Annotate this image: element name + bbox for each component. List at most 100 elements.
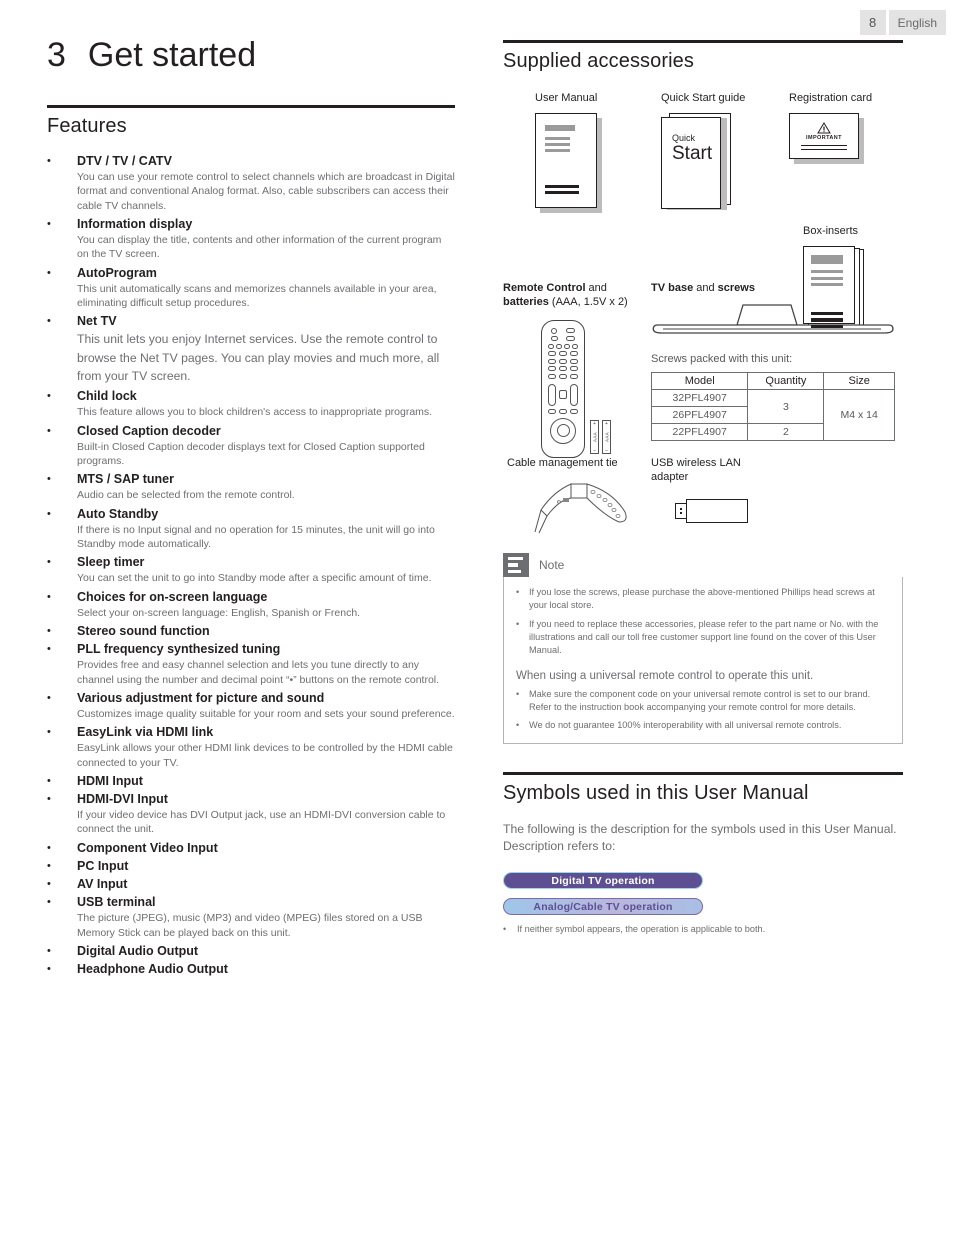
cell-quantity: 2 (747, 423, 825, 442)
symbols-section-title: Symbols used in this User Manual (503, 781, 809, 804)
feature-description: You can use your remote control to selec… (77, 171, 455, 212)
feature-description: Select your on-screen language: English,… (77, 606, 361, 619)
bullet-icon: • (516, 688, 520, 699)
accessory-quick-start-guide: Quick Start guide Quick Start (661, 91, 746, 211)
note-text: If you lose the screws, please purchase … (529, 587, 875, 611)
user-manual-booklet-icon (535, 113, 597, 209)
note-text: We do not guarantee 100% interoperabilit… (529, 720, 842, 731)
column-header-model: Model (650, 372, 749, 391)
feature-title: AutoProgram (77, 265, 157, 280)
feature-item: • USB terminal The picture (JPEG), music… (47, 893, 455, 940)
feature-title: DTV / TV / CATV (77, 154, 172, 168)
feature-title: AV Input (77, 876, 128, 891)
feature-description: You can display the title, contents and … (77, 234, 442, 261)
warning-triangle-icon (817, 122, 831, 134)
box-inserts-icon (803, 246, 855, 329)
chapter-title: Get started (87, 36, 257, 74)
quick-start-label: Quick Start guide (661, 92, 746, 104)
tv-base-icon (652, 304, 894, 334)
note-text: Make sure the component code on your uni… (529, 688, 871, 713)
feature-description: This feature allows you to block childre… (77, 406, 433, 419)
registration-card-label: Registration card (789, 92, 873, 104)
feature-item: • Component Video Input (47, 839, 455, 857)
bullet-icon: • (47, 944, 51, 957)
bullet-icon: • (47, 390, 51, 403)
features-section-title: Features (47, 115, 127, 137)
symbols-footnote: • If neither symbol appears, the operati… (503, 924, 903, 934)
feature-description: If your video device has DVI Output jack… (77, 809, 446, 836)
tv-base-label-bold: TV base (651, 282, 694, 294)
bullet-icon: • (47, 625, 51, 638)
feature-title: Closed Caption decoder (77, 423, 221, 438)
badge-analog-cable-tv-operation: Analog/Cable TV operation (503, 898, 703, 916)
note-header: Note (503, 553, 903, 577)
note-icon (503, 553, 529, 577)
bullet-icon: • (47, 266, 51, 279)
box-inserts-label: Box-inserts (803, 225, 859, 237)
bullet-icon: • (47, 877, 51, 890)
battery-plus: + (593, 420, 596, 427)
usb-adapter-icon (675, 498, 748, 523)
left-column: 3 Get started Features • DTV / TV / CATV… (47, 36, 455, 978)
feature-item: • AV Input (47, 875, 455, 893)
feature-item: • PLL frequency synthesized tuning Provi… (47, 640, 455, 687)
bullet-icon: • (516, 587, 520, 597)
feature-description: This unit automatically scans and memori… (77, 282, 437, 309)
feature-title: Sleep timer (77, 555, 145, 570)
note-list-item: • We do not guarantee 100% interoperabil… (516, 719, 890, 732)
feature-description: Provides free and easy channel selection… (77, 659, 440, 686)
bullet-icon: • (47, 424, 51, 437)
cable-tie-icon (534, 483, 627, 534)
feature-item: • HDMI Input (47, 772, 455, 790)
feature-item: • Digital Audio Output (47, 942, 455, 960)
remote-control-icon (541, 319, 585, 458)
feature-title: Information display (77, 216, 193, 231)
bullet-icon: • (47, 590, 51, 603)
screws-table: Model Quantity Size 32PFL4907 3 M4 x 14 … (650, 372, 895, 442)
note-text: If you need to replace these accessories… (529, 618, 879, 656)
accessories-section-title: Supplied accessories (503, 50, 694, 72)
symbols-section: Symbols used in this User Manual The fol… (503, 771, 903, 934)
remote-control-label-bold: Remote Control (503, 282, 586, 294)
feature-description: If there is no Input signal and no opera… (77, 523, 435, 551)
feature-item: • Headphone Audio Output (47, 960, 455, 978)
quick-start-big-text: Start (672, 143, 713, 165)
bullet-icon: • (47, 507, 51, 520)
accessories-illustrations: User Manual Quick Start guide Quick Star… (503, 91, 903, 329)
feature-item: • AutoProgram This unit automatically sc… (47, 264, 455, 311)
bullet-icon: • (47, 691, 51, 704)
usb-lan-label: USB wireless LAN adapter (651, 456, 748, 485)
feature-item: • DTV / TV / CATV You can use your remot… (47, 152, 455, 213)
features-divider (47, 105, 455, 108)
feature-item: • EasyLink via HDMI link EasyLink allows… (47, 723, 455, 770)
feature-title: EasyLink via HDMI link (77, 725, 214, 740)
symbols-footnote-text: If neither symbol appears, the operation… (517, 924, 766, 935)
feature-description: The picture (JPEG), music (MP3) and vide… (77, 912, 423, 939)
feature-item: • MTS / SAP tuner Audio can be selected … (47, 470, 455, 502)
remote-control-label-rest: and (585, 282, 607, 294)
bullet-icon: • (47, 896, 51, 909)
feature-item: • Stereo sound function (47, 622, 455, 640)
cell-model: 26PFL4907 (650, 406, 749, 425)
note-list-item: • Make sure the component code on your u… (516, 688, 890, 715)
feature-title: MTS / SAP tuner (77, 472, 175, 487)
feature-title: Various adjustment for picture and sound (77, 690, 325, 705)
feature-description: Audio can be selected from the remote co… (77, 489, 295, 502)
feature-title: PC Input (77, 858, 129, 873)
screws-caption: Screws packed with this unit: (651, 353, 793, 366)
feature-title: Headphone Audio Output (77, 961, 228, 976)
battery-plus: + (605, 420, 608, 427)
accessory-tv-base: TV base and screws Screws packed with th… (650, 281, 903, 442)
accessory-usb-lan-adapter: USB wireless LAN adapter (651, 456, 748, 523)
cell-size: M4 x 14 (823, 389, 895, 442)
bullet-icon: • (516, 618, 520, 629)
battery-icon: AAA + – (590, 419, 599, 454)
feature-item: • Auto Standby If there is no Input sign… (47, 505, 455, 552)
page-header: 8 English (859, 10, 946, 35)
cable-usb-row: Cable management tie USB wireless LAN ad… (503, 456, 903, 551)
bullet-icon: • (47, 155, 51, 167)
tv-base-label: TV base and screws (651, 281, 903, 295)
bullet-icon: • (47, 841, 51, 854)
battery-text: AAA (604, 431, 609, 442)
feature-item: • Sleep timer You can set the unit to go… (47, 553, 455, 585)
